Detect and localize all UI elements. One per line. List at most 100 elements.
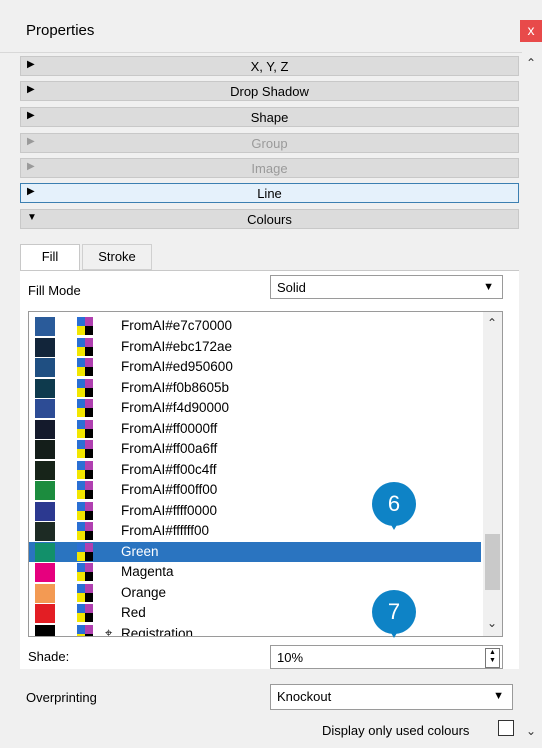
color-row[interactable]: Orange bbox=[29, 583, 481, 603]
section-group: ▶ Group bbox=[20, 133, 519, 153]
section-label: Line bbox=[257, 186, 282, 201]
cmyk-icon bbox=[77, 378, 93, 397]
section-xyz[interactable]: ▶ X, Y, Z bbox=[20, 56, 519, 76]
color-name: FromAI#f4d90000 bbox=[121, 400, 230, 415]
cmyk-icon bbox=[77, 460, 93, 479]
cmyk-icon bbox=[77, 419, 93, 438]
color-list[interactable]: ⌃ ⌄ FromAI#e7c70000 FromAI#ebc172ae FromAI… bbox=[28, 311, 503, 637]
color-name: FromAI#ffff0000 bbox=[121, 502, 218, 518]
color-swatch bbox=[35, 440, 55, 459]
color-row[interactable]: Green bbox=[29, 541, 481, 562]
close-button[interactable]: x bbox=[520, 20, 542, 42]
fill-mode-select[interactable]: Solid ▼ bbox=[270, 275, 503, 299]
cmyk-icon bbox=[77, 522, 93, 540]
scroll-up-icon[interactable]: ⌃ bbox=[526, 56, 536, 70]
color-name: Red bbox=[121, 605, 146, 620]
color-name: FromAI#ff0000ff bbox=[121, 420, 218, 436]
properties-window: Properties x ⌃ ⌄ ▶ X, Y, Z ▶ Drop Shadow… bbox=[0, 0, 542, 748]
color-row[interactable]: FromAI#ff00a6ff bbox=[29, 439, 481, 459]
color-name: FromAI#ed950600 bbox=[121, 359, 233, 374]
tab-fill[interactable]: Fill bbox=[20, 244, 80, 270]
color-swatch bbox=[35, 358, 55, 377]
section-label: Shape bbox=[250, 110, 289, 125]
color-name: FromAI#f0b8605b bbox=[121, 379, 230, 395]
color-row[interactable]: FromAI#f4d90000 bbox=[29, 398, 481, 418]
color-name: FromAI#ff00ff00 bbox=[121, 482, 218, 497]
color-row[interactable]: FromAI#ebc172ae bbox=[29, 337, 481, 357]
color-name: Magenta bbox=[121, 564, 174, 579]
color-row[interactable]: Magenta bbox=[29, 562, 481, 582]
scroll-down-icon[interactable]: ⌄ bbox=[526, 724, 536, 738]
cmyk-icon bbox=[77, 481, 93, 499]
section-shape[interactable]: ▶ Shape bbox=[20, 107, 519, 127]
cmyk-icon bbox=[77, 501, 93, 520]
color-swatch bbox=[35, 563, 55, 582]
chevron-down-icon: ▼ bbox=[483, 281, 494, 293]
fill-mode-label: Fill Mode bbox=[28, 283, 81, 298]
section-colours[interactable]: ▼ Colours bbox=[20, 209, 519, 229]
shade-stepper[interactable]: ▲ ▼ bbox=[485, 648, 500, 668]
display-used-label: Display only used colours bbox=[322, 723, 470, 738]
color-name: FromAI#ff00c4ff bbox=[121, 461, 217, 477]
color-name: Orange bbox=[121, 584, 167, 600]
color-row[interactable]: FromAI#ff0000ff bbox=[29, 419, 481, 439]
color-row[interactable]: FromAI#ff00c4ff bbox=[29, 460, 481, 480]
color-swatch bbox=[35, 378, 55, 398]
shade-value: 10% bbox=[277, 650, 304, 665]
color-row[interactable]: FromAI#ed950600 bbox=[29, 357, 481, 377]
scroll-down-icon[interactable]: ⌄ bbox=[487, 616, 497, 630]
cmyk-icon bbox=[77, 563, 93, 581]
color-swatch bbox=[35, 604, 55, 623]
color-row[interactable]: FromAI#e7c70000 bbox=[29, 316, 481, 336]
fill-mode-value: Solid bbox=[277, 280, 306, 295]
panel-scrollbar[interactable]: ⌃ ⌄ bbox=[522, 52, 542, 748]
color-swatch bbox=[35, 337, 55, 357]
cmyk-icon bbox=[77, 440, 93, 458]
color-swatch bbox=[35, 460, 55, 480]
cmyk-icon bbox=[77, 337, 93, 356]
scroll-thumb[interactable] bbox=[485, 534, 500, 590]
cmyk-icon bbox=[77, 399, 93, 417]
section-label: Colours bbox=[247, 212, 292, 227]
cmyk-icon bbox=[77, 624, 93, 636]
color-swatch bbox=[35, 399, 55, 418]
section-label: Image bbox=[251, 161, 288, 176]
display-used-checkbox[interactable] bbox=[498, 720, 514, 736]
color-list-scrollbar[interactable]: ⌃ ⌄ bbox=[483, 312, 502, 636]
title-bar: Properties x bbox=[0, 0, 542, 53]
color-name: FromAI#ebc172ae bbox=[121, 338, 233, 354]
color-swatch bbox=[35, 583, 55, 603]
color-name: FromAI#ff00a6ff bbox=[121, 441, 218, 456]
color-row[interactable]: FromAI#ffffff00 bbox=[29, 521, 481, 541]
color-row[interactable]: FromAI#f0b8605b bbox=[29, 378, 481, 398]
registration-mark-icon: ⌖ bbox=[105, 624, 113, 637]
shade-label: Shade: bbox=[28, 649, 70, 664]
section-drop-shadow[interactable]: ▶ Drop Shadow bbox=[20, 81, 519, 101]
cmyk-icon bbox=[77, 542, 93, 561]
color-swatch bbox=[35, 542, 55, 562]
color-swatch bbox=[35, 501, 55, 521]
shade-input[interactable]: 10% ▲ ▼ bbox=[270, 645, 503, 669]
window-title: Properties bbox=[26, 22, 95, 39]
colours-panel: Fill Stroke Fill Mode Solid ▼ ⌃ ⌄ FromAI… bbox=[20, 236, 519, 669]
color-row[interactable]: ⌖ Registration bbox=[29, 624, 481, 637]
color-swatch bbox=[35, 317, 55, 336]
color-name: Registration bbox=[121, 625, 194, 637]
callout-badge: 6 bbox=[372, 482, 416, 530]
cmyk-icon bbox=[77, 583, 93, 602]
scroll-up-icon[interactable]: ⌃ bbox=[487, 316, 497, 330]
section-line[interactable]: ▶ Line bbox=[20, 183, 519, 203]
cmyk-icon bbox=[77, 604, 93, 622]
chevron-down-icon: ▼ bbox=[493, 690, 504, 702]
cmyk-icon bbox=[77, 358, 93, 376]
color-name: FromAI#ffffff00 bbox=[121, 523, 210, 538]
section-label: Drop Shadow bbox=[230, 84, 309, 99]
fill-tab-page: Fill Mode Solid ▼ ⌃ ⌄ FromAI#e7c70000 Fro… bbox=[20, 270, 519, 669]
color-swatch bbox=[35, 624, 55, 636]
section-label: X, Y, Z bbox=[250, 59, 289, 74]
section-label: Group bbox=[251, 136, 288, 151]
overprinting-value: Knockout bbox=[277, 689, 332, 704]
overprinting-select[interactable]: Knockout ▼ bbox=[270, 684, 513, 710]
color-name: FromAI#e7c70000 bbox=[121, 318, 233, 333]
tab-stroke[interactable]: Stroke bbox=[82, 244, 152, 270]
